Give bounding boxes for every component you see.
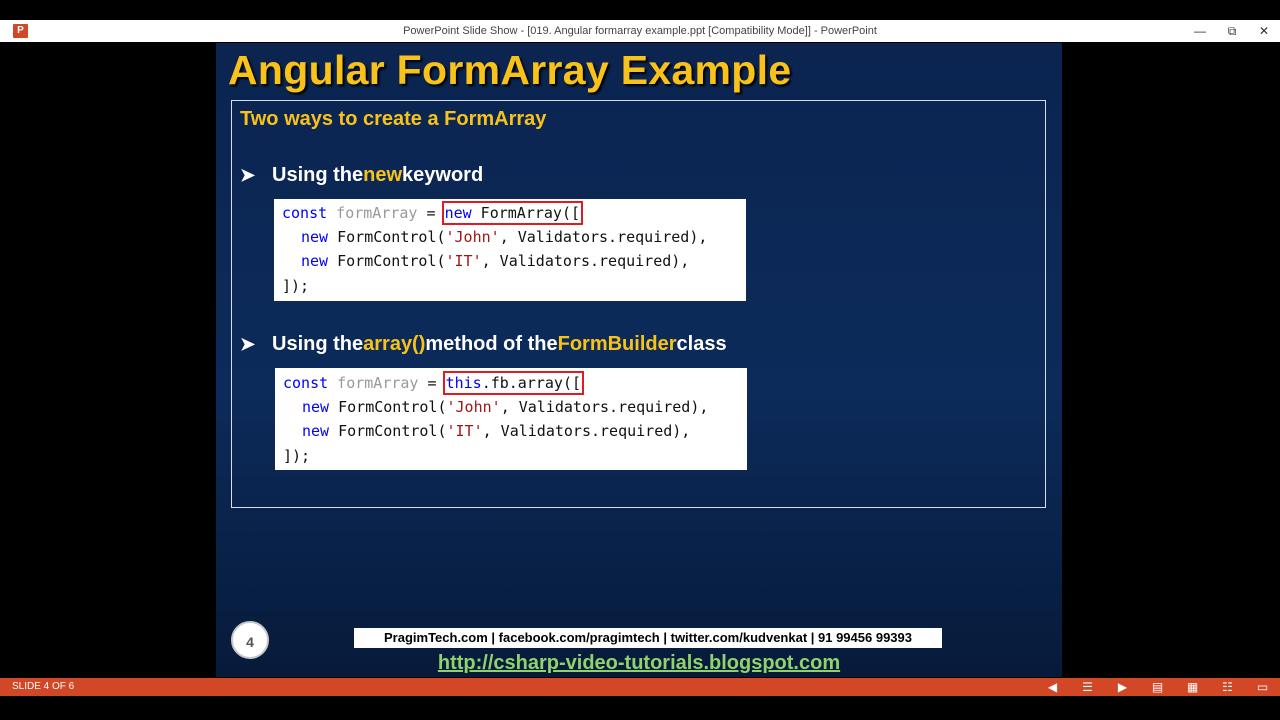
- content-box: Two ways to create a FormArray ➤ Using t…: [231, 100, 1046, 508]
- bullet-arrow-icon: ➤: [240, 165, 256, 185]
- slide-canvas[interactable]: Angular FormArray Example Two ways to cr…: [216, 43, 1062, 677]
- bullet-text-suffix: class: [676, 333, 727, 355]
- bullet-text-prefix: Using the: [272, 164, 364, 186]
- minimize-icon[interactable]: —: [1192, 23, 1208, 39]
- slide-title: Angular FormArray Example: [228, 47, 792, 93]
- code-line: new FormControl('IT', Validators.require…: [302, 422, 691, 440]
- code-line: const formArray = this.fb.array([: [283, 371, 585, 395]
- window-title: PowerPoint Slide Show - [019. Angular fo…: [403, 25, 877, 37]
- window-controls: — ⧉ ✕: [1192, 20, 1272, 42]
- code-block-formbuilder: const formArray = this.fb.array([ new Fo…: [275, 368, 747, 470]
- slide-sorter-icon[interactable]: ▦: [1185, 680, 1200, 694]
- bullet-highlight-formbuilder: FormBuilder: [557, 333, 677, 355]
- bullet-highlight-new: new: [363, 164, 403, 186]
- code-line: ]);: [282, 277, 310, 295]
- slide-subtitle: Two ways to create a FormArray: [240, 108, 547, 130]
- code-line: ]);: [283, 447, 311, 465]
- highlight-box: new FormArray([: [441, 201, 584, 225]
- code-line: new FormControl('IT', Validators.require…: [301, 252, 690, 270]
- slide-indicator[interactable]: SLIDE 4 OF 6: [12, 678, 74, 696]
- bullet-arrow-icon: ➤: [240, 334, 256, 354]
- code-line: new FormControl('John', Validators.requi…: [302, 398, 709, 416]
- restore-icon[interactable]: ⧉: [1224, 23, 1240, 39]
- menu-icon[interactable]: ☰: [1080, 680, 1095, 694]
- bullet-highlight-array: array(): [363, 333, 426, 355]
- bullet-formbuilder: ➤ Using the array() method of the FormBu…: [240, 333, 727, 356]
- code-line: new FormControl('John', Validators.requi…: [301, 228, 708, 246]
- normal-view-icon[interactable]: ▤: [1150, 680, 1165, 694]
- bullet-text-mid: method of the: [425, 333, 558, 355]
- window-titlebar: P PowerPoint Slide Show - [019. Angular …: [0, 20, 1280, 42]
- blog-link[interactable]: http://csharp-video-tutorials.blogspot.c…: [216, 652, 1062, 675]
- close-icon[interactable]: ✕: [1256, 23, 1272, 39]
- status-bar: SLIDE 4 OF 6 ◀ ☰ ▶ ▤ ▦ ☷ ▭: [0, 678, 1280, 696]
- highlight-box: this.fb.array([: [442, 371, 585, 395]
- next-icon[interactable]: ▶: [1115, 680, 1130, 694]
- credits-banner: PragimTech.com | facebook.com/pragimtech…: [354, 628, 942, 648]
- bullet-text-suffix: keyword: [402, 164, 484, 186]
- slide-show-icon[interactable]: ▭: [1255, 680, 1270, 694]
- code-line: const formArray = new FormArray([: [282, 201, 584, 225]
- status-icons: ◀ ☰ ▶ ▤ ▦ ☷ ▭: [1045, 678, 1270, 696]
- code-block-new: const formArray = new FormArray([ new Fo…: [274, 199, 746, 301]
- bullet-new-keyword: ➤ Using the new keyword: [240, 164, 483, 187]
- reading-view-icon[interactable]: ☷: [1220, 680, 1235, 694]
- previous-icon[interactable]: ◀: [1045, 680, 1060, 694]
- bullet-text-prefix: Using the: [272, 333, 364, 355]
